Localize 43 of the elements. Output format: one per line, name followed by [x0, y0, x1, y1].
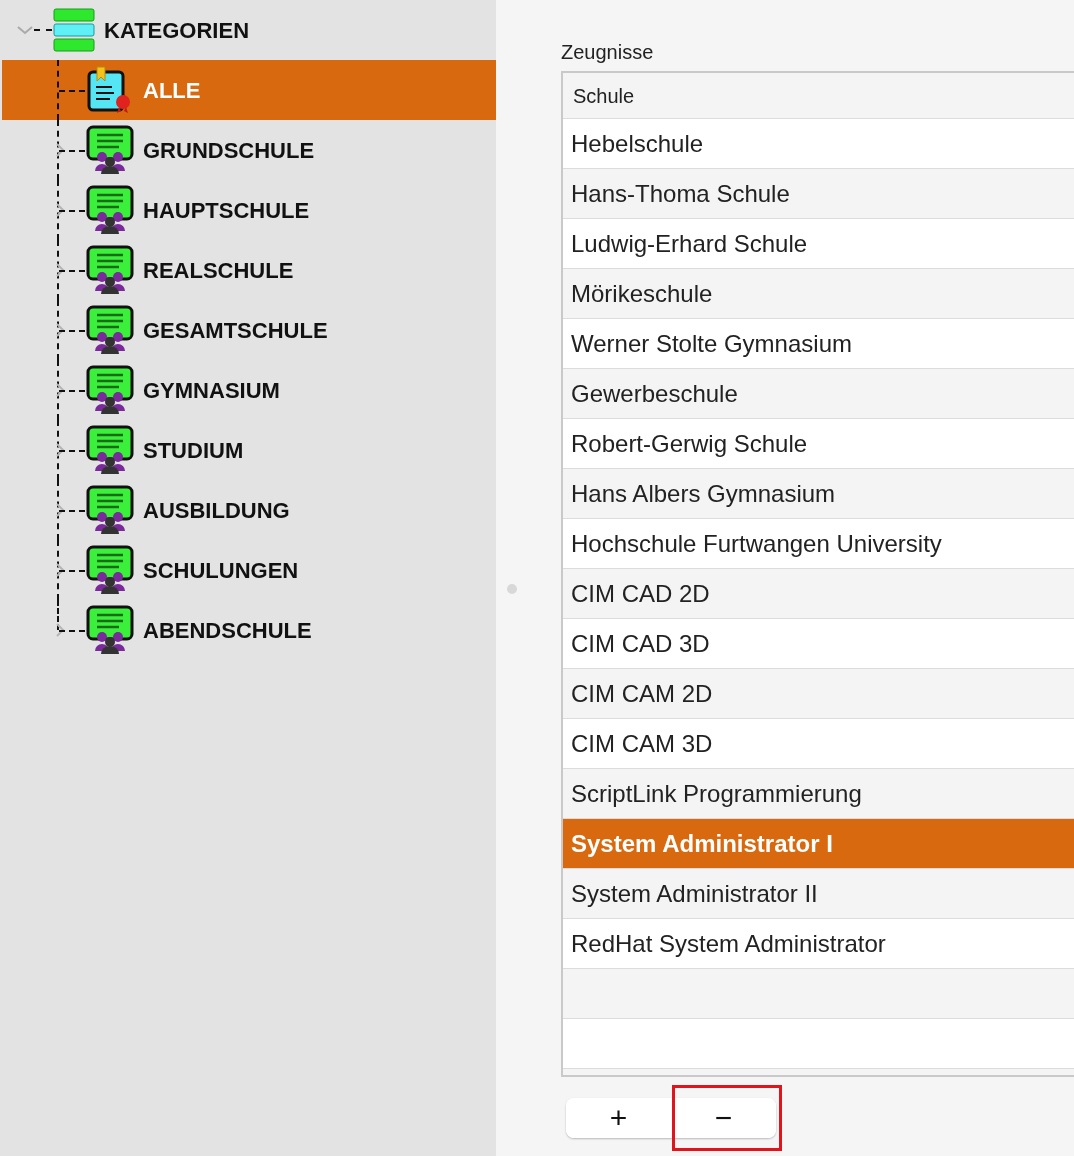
tree-item[interactable]: GRUNDSCHULE [143, 133, 315, 167]
chevron-icon[interactable] [55, 623, 67, 637]
table-row[interactable]: ScriptLink Programmierung [563, 769, 1074, 819]
tree-item[interactable]: ABENDSCHULE [143, 613, 312, 647]
group-icon [85, 125, 135, 175]
chevron-icon[interactable] [55, 563, 67, 577]
table-row[interactable]: Gewerbeschule [563, 369, 1074, 419]
chevron-icon[interactable] [55, 443, 67, 457]
group-icon [85, 245, 135, 295]
group-icon [85, 365, 135, 415]
group-icon [85, 485, 135, 535]
tree-item[interactable]: REALSCHULE [143, 253, 294, 287]
table-row[interactable]: System Administrator I [563, 819, 1074, 869]
group-icon [85, 305, 135, 355]
column-header[interactable]: Schule [563, 73, 1074, 119]
tree-item[interactable]: ALLE [143, 73, 201, 107]
chevron-icon[interactable] [55, 323, 67, 337]
table-row[interactable]: Hans-Thoma Schule [563, 169, 1074, 219]
group-icon [85, 545, 135, 595]
table-row[interactable]: Hans Albers Gymnasium [563, 469, 1074, 519]
tree-item[interactable]: STUDIUM [143, 433, 244, 467]
group-icon [85, 185, 135, 235]
table-row[interactable]: CIM CAM 2D [563, 669, 1074, 719]
tree-item[interactable]: HAUPTSCHULE [143, 193, 310, 227]
selected-row-highlight[interactable]: ALLE [2, 60, 496, 120]
chevron-icon[interactable] [55, 503, 67, 517]
tree-item[interactable]: GESAMTSCHULE [143, 313, 328, 347]
stack-icon [52, 8, 96, 52]
chevron-icon[interactable] [55, 383, 67, 397]
table-row[interactable]: CIM CAD 2D [563, 569, 1074, 619]
chevron-icon[interactable] [55, 263, 67, 277]
tree-item[interactable]: SCHULUNGEN [143, 553, 299, 587]
table-row[interactable]: System Administrator II [563, 869, 1074, 919]
splitter-handle[interactable] [507, 584, 517, 594]
tree-item[interactable]: AUSBILDUNG [143, 493, 290, 527]
tree-item[interactable]: GYMNASIUM [143, 373, 280, 407]
table-row[interactable]: Mörikeschule [563, 269, 1074, 319]
tree-item[interactable]: KATEGORIEN [104, 13, 250, 47]
table-title: Zeugnisse [561, 40, 655, 65]
chevron-icon[interactable] [55, 143, 67, 157]
group-icon [85, 425, 135, 475]
chevron-icon[interactable] [55, 203, 67, 217]
group-icon [85, 605, 135, 655]
